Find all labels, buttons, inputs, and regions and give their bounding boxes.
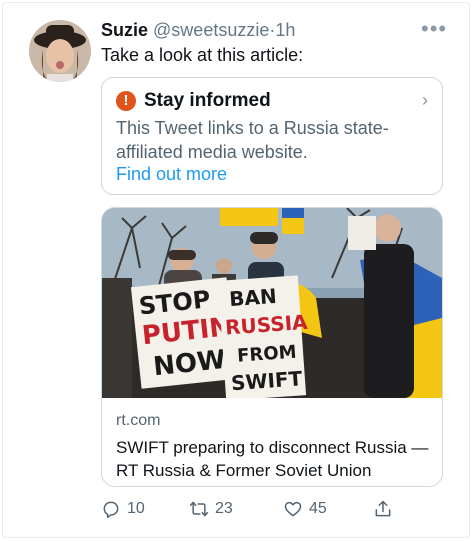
article-image: STOP PUTIN NOW BAN RUSSIA FROM SWIFT <box>102 208 442 398</box>
find-out-more-link[interactable]: Find out more <box>116 164 227 185</box>
reply-count: 10 <box>127 500 145 517</box>
notice-title: Stay informed <box>144 90 271 111</box>
notice-description: This Tweet links to a Russia state-affil… <box>116 118 389 162</box>
chevron-right-icon: › <box>422 90 428 110</box>
article-domain: rt.com <box>116 412 161 429</box>
share-icon <box>375 500 391 517</box>
article-headline[interactable]: SWIFT preparing to disconnect Russia — R… <box>116 436 436 482</box>
like-count: 45 <box>309 500 327 517</box>
heart-icon <box>284 501 302 517</box>
reply-button[interactable]: 10 <box>101 499 145 519</box>
tweet-card[interactable]: ••• Suzie @sweetsuzzie·1h Take a look at… <box>2 2 470 538</box>
timestamp[interactable]: 1h <box>275 20 295 40</box>
retweet-count: 23 <box>215 500 233 517</box>
avatar[interactable] <box>29 20 91 82</box>
user-handle[interactable]: @sweetsuzzie <box>153 20 269 40</box>
display-name[interactable]: Suzie <box>101 20 148 40</box>
warning-icon: ! <box>116 91 136 111</box>
state-media-notice[interactable]: ! Stay informed › This Tweet links to a … <box>101 77 443 195</box>
tweet-actions: 10 23 45 <box>101 499 401 523</box>
like-button[interactable]: 45 <box>283 499 327 519</box>
share-button[interactable] <box>373 499 399 519</box>
article-card[interactable]: STOP PUTIN NOW BAN RUSSIA FROM SWIFT rt.… <box>101 207 443 487</box>
tweet-header: Suzie @sweetsuzzie·1h <box>101 20 295 41</box>
sign-right-line-3: FROM <box>236 342 297 367</box>
sign-right-line-4: SWIFT <box>230 366 303 395</box>
retweet-icon <box>189 501 209 517</box>
sign-right-line-1: BAN <box>228 284 277 311</box>
retweet-button[interactable]: 23 <box>189 499 233 519</box>
more-options-icon[interactable]: ••• <box>421 18 447 40</box>
tweet-text: Take a look at this article: <box>101 45 304 65</box>
reply-icon <box>103 501 119 519</box>
